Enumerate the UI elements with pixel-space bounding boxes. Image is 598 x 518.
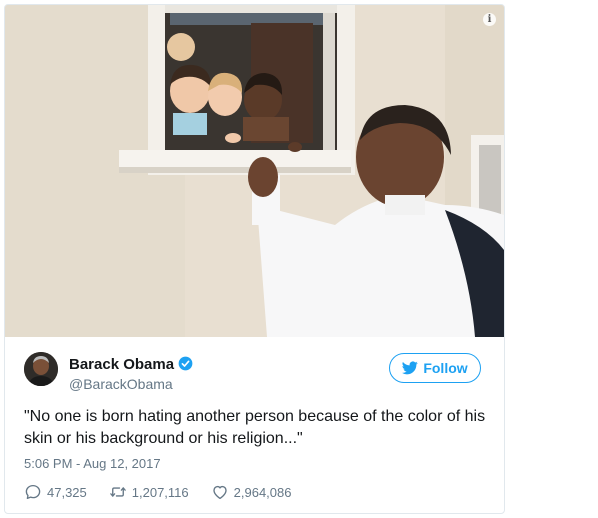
reply-icon	[25, 484, 41, 500]
follow-button[interactable]: Follow	[389, 353, 481, 383]
follow-button-label: Follow	[423, 360, 468, 376]
avatar[interactable]	[24, 352, 58, 386]
author-name-text[interactable]: Barack Obama	[69, 356, 174, 373]
reply-count: 47,325	[47, 484, 87, 500]
heart-icon	[212, 485, 227, 500]
verified-badge-icon	[178, 356, 193, 371]
tweet-text: "No one is born hating another person be…	[24, 408, 486, 447]
author-name[interactable]: Barack Obama	[69, 356, 193, 373]
tweet-photo[interactable]: i	[5, 5, 504, 337]
avatar-image	[24, 352, 58, 386]
tweet-card: i Barack Obama @BarackObama Follow "No o…	[4, 4, 505, 514]
tweet-actions: 47,325 1,207,116 2,964,086	[24, 483, 313, 501]
like-button[interactable]: 2,964,086	[211, 483, 292, 501]
info-icon[interactable]: i	[483, 13, 496, 26]
reply-button[interactable]: 47,325	[24, 483, 87, 501]
twitter-bird-icon	[402, 361, 419, 375]
author-handle[interactable]: @BarackObama	[69, 376, 173, 392]
retweet-button[interactable]: 1,207,116	[109, 483, 189, 501]
like-count: 2,964,086	[233, 484, 292, 500]
retweet-icon	[109, 487, 126, 497]
retweet-count: 1,207,116	[131, 484, 189, 500]
tweet-timestamp[interactable]: 5:06 PM - Aug 12, 2017	[24, 456, 161, 471]
photo-illustration	[5, 5, 504, 337]
